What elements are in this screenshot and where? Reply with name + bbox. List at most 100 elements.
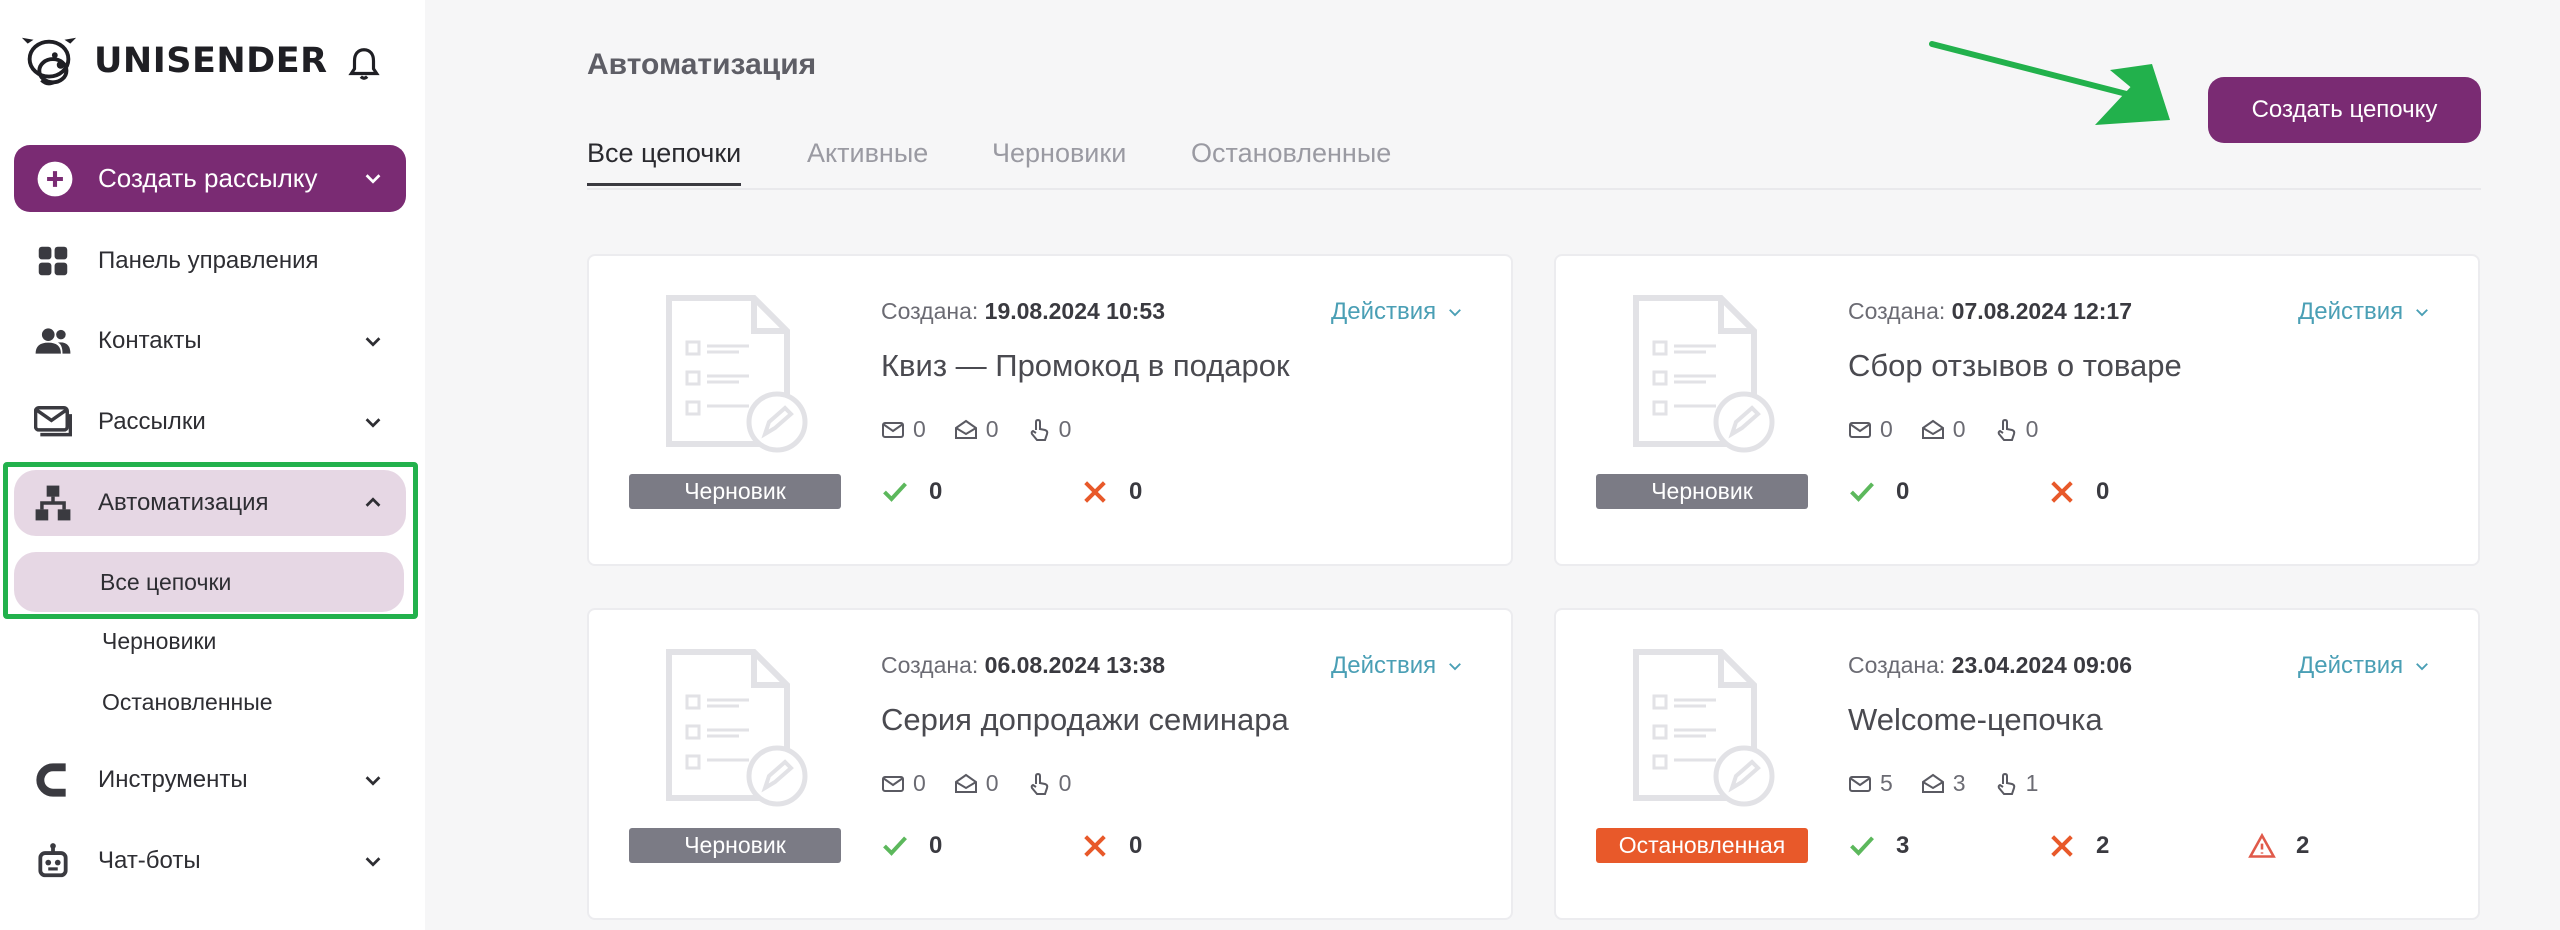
sidebar-item-dashboard[interactable]: Панель управления xyxy=(14,228,406,294)
clicked-count: 1 xyxy=(2025,770,2039,796)
created-value: 07.08.2024 12:17 xyxy=(1951,298,2132,324)
clicked-metric: 1 xyxy=(1994,770,2039,797)
sidebar-item-chatbots[interactable]: Чат-боты xyxy=(14,828,406,894)
chevron-down-icon xyxy=(365,776,381,786)
envelope-open-icon xyxy=(1921,419,1944,439)
pointer-hand-icon xyxy=(1997,418,2015,441)
sidebar-item-label: Контакты xyxy=(98,327,202,354)
clicked-count: 0 xyxy=(2025,416,2039,442)
chevron-down-icon xyxy=(365,418,381,428)
success-count: 0 xyxy=(929,832,943,859)
created-date: Создана: 06.08.2024 13:38 xyxy=(881,652,1165,679)
logo[interactable]: UNISENDER xyxy=(18,30,328,92)
tab-all-chains[interactable]: Все цепочки xyxy=(587,138,742,186)
check-icon xyxy=(1850,836,1874,856)
sidebar-item-contacts[interactable]: Контакты xyxy=(14,308,406,374)
sent-count: 0 xyxy=(913,416,926,442)
chain-card[interactable]: Черновик Создана: 07.08.2024 12:17 Дейст… xyxy=(1554,254,2480,566)
created-label: Создана: xyxy=(1848,652,1946,678)
pointer-hand-icon xyxy=(1997,772,2015,795)
cross-icon xyxy=(2051,835,2073,857)
success-count: 0 xyxy=(929,478,943,505)
chain-metrics: 0 0 0 xyxy=(1848,416,2066,443)
actions-dropdown[interactable]: Действия xyxy=(2298,652,2431,680)
cross-icon xyxy=(2051,481,2073,503)
envelope-icon xyxy=(1849,421,1871,438)
chain-card[interactable]: Черновик Создана: 06.08.2024 13:38 Дейст… xyxy=(587,608,1513,920)
plus-circle-icon xyxy=(37,161,73,196)
actions-label: Действия xyxy=(1331,652,1437,679)
actions-dropdown[interactable]: Действия xyxy=(1331,652,1464,680)
success-result: 0 xyxy=(881,832,942,860)
dashboard-icon xyxy=(38,246,68,276)
created-label: Создана: xyxy=(881,652,979,678)
chevron-down-icon xyxy=(1449,309,1462,317)
created-value: 23.04.2024 09:06 xyxy=(1951,652,2132,678)
failed-count: 0 xyxy=(1129,832,1143,859)
failed-result: 0 xyxy=(1081,832,1142,860)
opened-count: 0 xyxy=(985,770,999,796)
created-value: 19.08.2024 10:53 xyxy=(984,298,1165,324)
created-date: Создана: 23.04.2024 09:06 xyxy=(1848,652,2132,679)
actions-dropdown[interactable]: Действия xyxy=(2298,298,2431,326)
sidebar-item-campaigns[interactable]: Рассылки xyxy=(14,389,406,455)
created-value: 06.08.2024 13:38 xyxy=(984,652,1165,678)
chevron-down-icon xyxy=(1449,663,1462,671)
actions-dropdown[interactable]: Действия xyxy=(1331,298,1464,326)
tab-stopped[interactable]: Остановленные xyxy=(1191,138,1391,183)
opened-count: 0 xyxy=(985,416,999,442)
pointer-hand-icon xyxy=(1030,418,1048,441)
chevron-down-icon xyxy=(365,857,381,867)
sidebar-subitem-drafts[interactable]: Черновики xyxy=(102,628,216,655)
success-result: 3 xyxy=(1848,832,1909,860)
envelope-icon xyxy=(1849,775,1871,792)
sidebar-item-label: Панель управления xyxy=(98,247,319,274)
mail-stack-icon xyxy=(34,406,72,437)
created-label: Создана: xyxy=(1848,298,1946,324)
clicked-metric: 0 xyxy=(1027,770,1071,797)
clicked-metric: 0 xyxy=(1994,416,2039,443)
robot-icon xyxy=(38,843,68,878)
sidebar-item-label: Рассылки xyxy=(98,408,206,435)
chain-tabs: Все цепочки Активные Черновики Остановле… xyxy=(587,128,2481,190)
sent-count: 0 xyxy=(913,770,926,796)
failed-result: 0 xyxy=(2048,478,2109,506)
chain-card[interactable]: Черновик Создана: 19.08.2024 10:53 Дейст… xyxy=(587,254,1513,566)
chain-card[interactable]: Остановленная Создана: 23.04.2024 09:06 … xyxy=(1554,608,2480,920)
cross-icon xyxy=(1084,835,1106,857)
actions-label: Действия xyxy=(1331,298,1437,325)
envelope-icon xyxy=(882,775,904,792)
tab-drafts[interactable]: Черновики xyxy=(992,138,1126,183)
highlight-frame xyxy=(3,462,418,619)
create-campaign-button[interactable]: Создать рассылку xyxy=(14,145,406,212)
document-illustration-icon xyxy=(1633,295,1775,453)
sidebar-subitem-stopped[interactable]: Остановленные xyxy=(102,689,273,716)
chain-metrics: 5 3 1 xyxy=(1848,770,2066,797)
sent-count: 5 xyxy=(1880,770,1893,796)
status-badge: Черновик xyxy=(1596,474,1808,509)
opened-metric: 3 xyxy=(1921,770,1966,797)
success-result: 0 xyxy=(881,478,942,506)
sidebar-item-tools[interactable]: Инструменты xyxy=(14,747,406,813)
bell-icon[interactable] xyxy=(345,44,383,84)
opened-metric: 0 xyxy=(954,770,999,797)
chain-name[interactable]: Квиз — Промокод в подарок xyxy=(881,348,1290,384)
page-title: Автоматизация xyxy=(587,48,817,81)
sent-metric: 5 xyxy=(1848,770,1893,797)
sent-count: 0 xyxy=(1880,416,1893,442)
warning-count: 2 xyxy=(2296,832,2310,859)
failed-result: 0 xyxy=(1081,478,1142,506)
tab-active[interactable]: Активные xyxy=(807,138,928,183)
sent-metric: 0 xyxy=(1848,416,1893,443)
created-label: Создана: xyxy=(881,298,979,324)
sent-metric: 0 xyxy=(881,416,926,443)
chain-name[interactable]: Сбор отзывов о товаре xyxy=(1848,348,2182,384)
check-icon xyxy=(883,482,907,502)
check-icon xyxy=(1850,482,1874,502)
opened-count: 0 xyxy=(1952,416,1966,442)
failed-count: 2 xyxy=(2096,832,2110,859)
envelope-icon xyxy=(882,421,904,438)
chain-name[interactable]: Welcome-цепочка xyxy=(1848,702,2103,738)
opened-metric: 0 xyxy=(1921,416,1966,443)
chain-name[interactable]: Серия допродажи семинара xyxy=(881,702,1289,738)
